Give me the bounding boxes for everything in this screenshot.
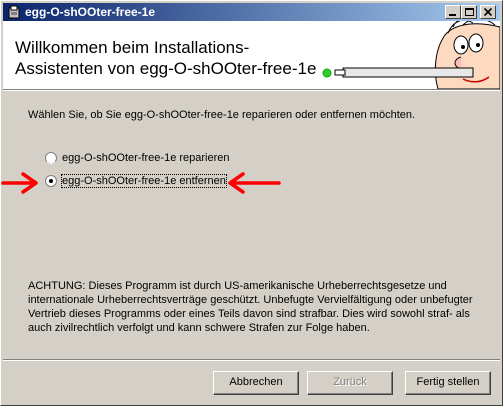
close-icon xyxy=(483,7,493,17)
footer-separator xyxy=(3,359,500,361)
installer-window: egg-O-shOOter-free-1e Willkommen beim In… xyxy=(0,0,503,406)
installer-app-icon xyxy=(8,5,20,19)
radio-selected-icon[interactable] xyxy=(45,175,57,187)
header-banner: Willkommen beim Installations- Assistent… xyxy=(3,21,500,89)
minimize-button[interactable] xyxy=(445,5,461,19)
red-arrow-left-icon xyxy=(228,172,281,194)
cancel-button-label: Abbrechen xyxy=(229,376,283,388)
minimize-icon xyxy=(449,14,456,16)
option-repair-label[interactable]: egg-O-shOOter-free-1e reparieren xyxy=(62,152,230,164)
option-remove-label[interactable]: egg-O-shOOter-free-1e entfernen xyxy=(61,174,227,188)
back-button-label: Zurück xyxy=(333,376,367,388)
maximize-icon xyxy=(465,8,474,16)
intro-text: Wählen Sie, ob Sie egg-O-shOOter-free-1e… xyxy=(28,109,416,121)
close-button[interactable] xyxy=(480,5,496,19)
radio-unselected-icon[interactable] xyxy=(45,152,57,164)
title-bar[interactable]: egg-O-shOOter-free-1e xyxy=(3,3,500,21)
window-title: egg-O-shOOter-free-1e xyxy=(25,5,156,19)
finish-button[interactable]: Fertig stellen xyxy=(405,371,491,395)
maximize-button[interactable] xyxy=(461,5,477,19)
red-arrow-right-icon xyxy=(1,172,38,194)
header-separator xyxy=(3,89,500,91)
finish-button-label: Fertig stellen xyxy=(416,376,480,388)
copyright-warning: ACHTUNG: Dieses Programm ist durch US-am… xyxy=(28,280,473,334)
cartoon-face-logo xyxy=(322,21,500,89)
cancel-button[interactable]: Abbrechen xyxy=(213,371,299,395)
welcome-heading: Willkommen beim Installations- Assistent… xyxy=(15,38,317,78)
back-button[interactable]: Zurück xyxy=(307,371,393,395)
